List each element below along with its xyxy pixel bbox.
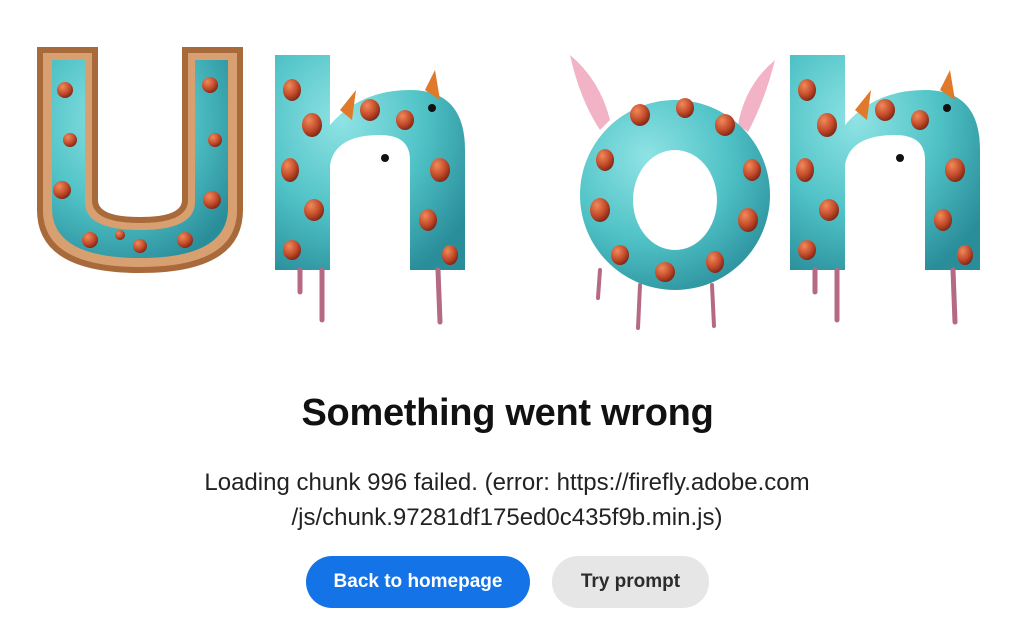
error-message-line-2: /js/chunk.97281df175ed0c435f9b.min.js): [291, 504, 723, 531]
error-actions: Back to homepage Try prompt: [0, 556, 1015, 608]
try-prompt-button[interactable]: Try prompt: [552, 556, 709, 608]
letter-h-1: [275, 55, 465, 325]
error-message: Loading chunk 996 failed. (error: https:…: [157, 465, 857, 535]
letter-h-2: [790, 55, 980, 325]
error-message-line-1: Loading chunk 996 failed. (error: https:…: [204, 469, 810, 496]
letter-o: [570, 55, 775, 330]
letter-u: [37, 47, 243, 274]
error-heading: Something went wrong: [301, 392, 714, 434]
uh-oh-illustration: [0, 30, 1015, 330]
uh-oh-letters: [37, 47, 980, 330]
back-to-homepage-button[interactable]: Back to homepage: [306, 556, 530, 608]
